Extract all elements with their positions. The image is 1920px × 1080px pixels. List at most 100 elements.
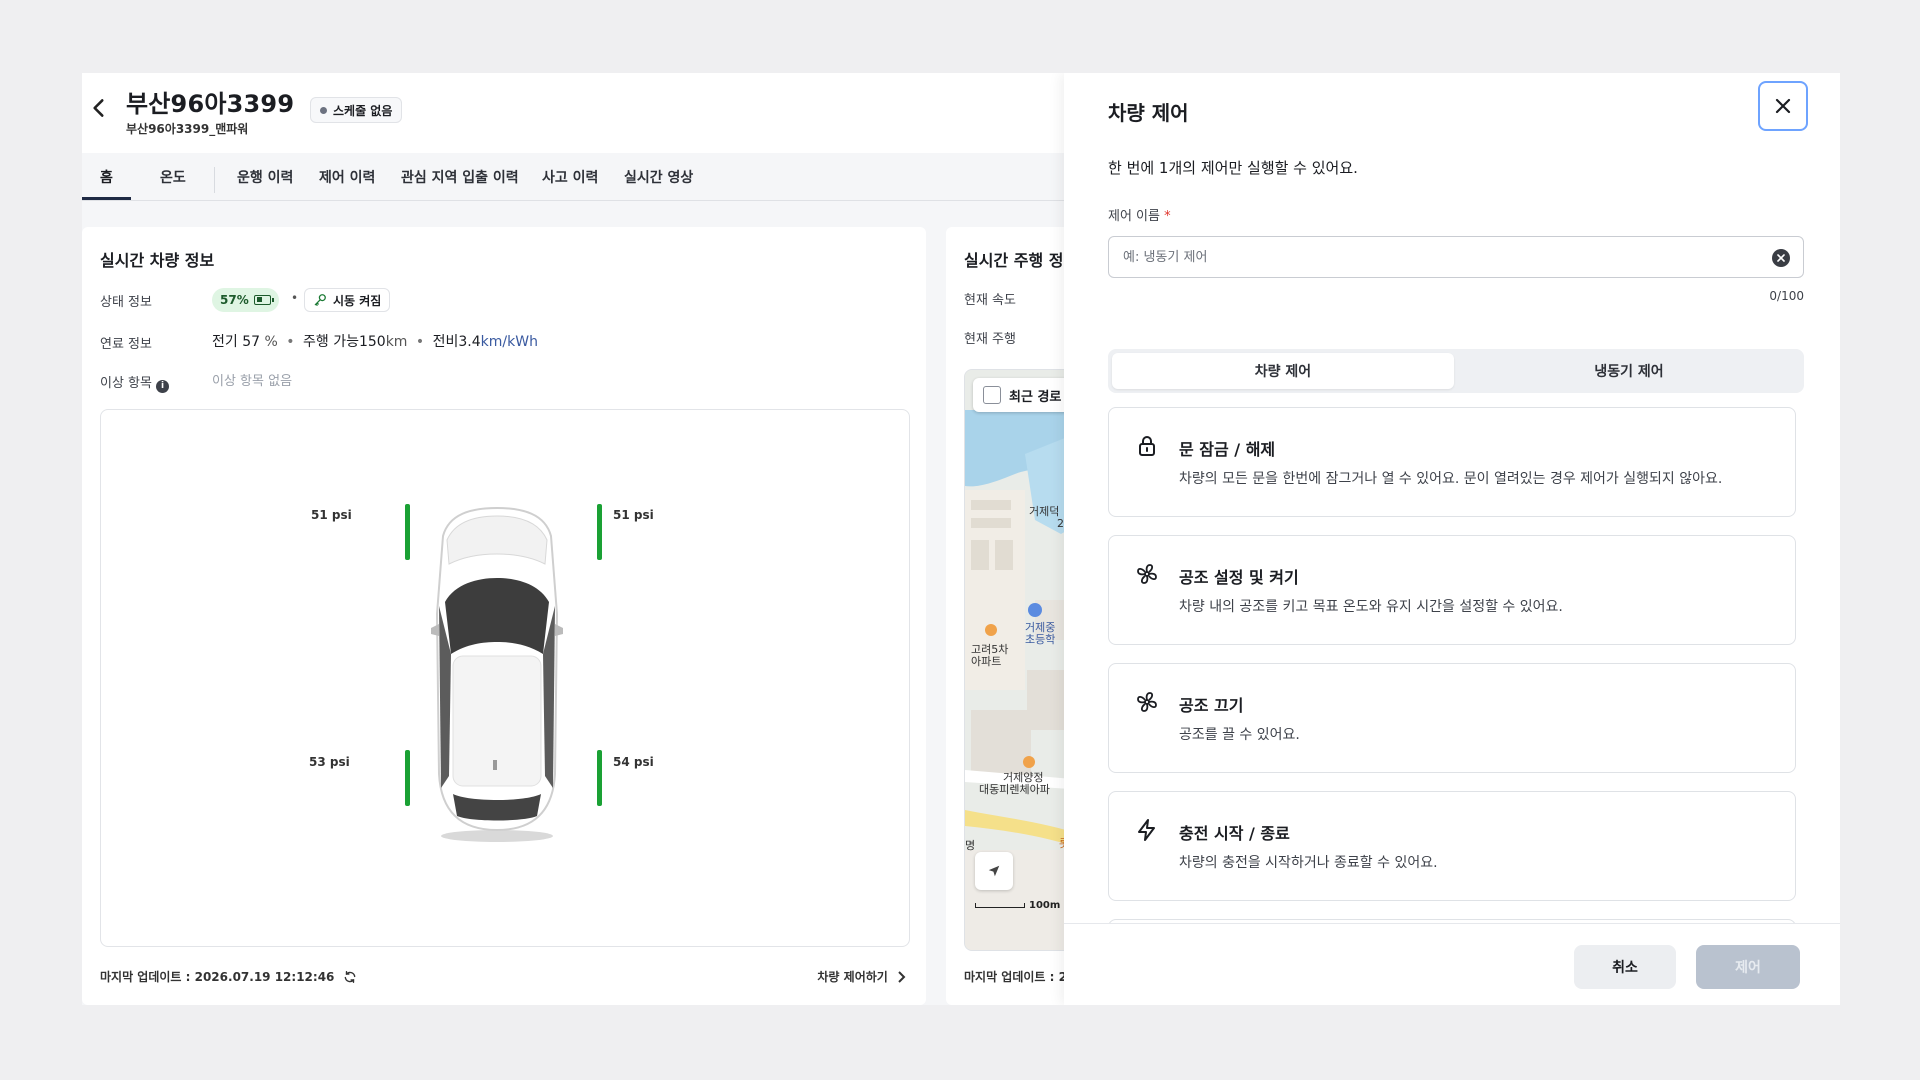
- submit-control-button[interactable]: 제어: [1696, 945, 1800, 989]
- vehicle-control-link[interactable]: 차량 제어하기: [817, 968, 906, 985]
- realtime-vehicle-info-card: 실시간 차량 정보 상태 정보 57% • 시동 켜짐 연료 정보 전기 57 …: [82, 227, 926, 1005]
- fan-icon: [1137, 692, 1157, 712]
- tab-temperature[interactable]: 온도: [160, 167, 186, 187]
- map-label-edge: 명: [965, 839, 976, 852]
- map-label-goryeo-apt: 고려5차 아파트: [971, 643, 1009, 668]
- character-counter: 0/100: [1769, 289, 1804, 303]
- fuel-efficiency-prefix: 전비: [432, 334, 459, 350]
- tire-pressure-panel: 51 psi 51 psi 53 psi 54 psi: [100, 409, 910, 947]
- clear-input-button[interactable]: [1772, 249, 1790, 267]
- recent-route-checkbox[interactable]: [983, 386, 1001, 404]
- tire-rear-right-bar: [597, 750, 602, 806]
- battery-percent: 57%: [220, 293, 249, 307]
- scale-bar: [975, 902, 1025, 908]
- control-name-input[interactable]: [1108, 236, 1804, 278]
- tab-geofence-history[interactable]: 관심 지역 입출 이력: [401, 167, 519, 187]
- segment-refrigerator-control[interactable]: 냉동기 제어: [1458, 353, 1800, 389]
- fuel-info: 전기 57 % • 주행 가능150km • 전비3.4km/kWh: [212, 331, 538, 351]
- option-description: 차량 내의 공조를 키고 목표 온도와 유지 시간을 설정할 수 있어요.: [1179, 599, 1563, 615]
- vehicle-plate-title: 부산96아3399: [126, 90, 295, 118]
- fan-icon: [1137, 564, 1157, 584]
- option-description: 공조를 끌 수 있어요.: [1179, 727, 1300, 743]
- control-options-list: 문 잠금 / 해제 차량의 모든 문을 한번에 잠그거나 열 수 있어요. 문이…: [1108, 407, 1796, 923]
- tire-rear-right-psi: 54 psi: [613, 755, 654, 769]
- battery-level-badge: 57%: [212, 288, 279, 312]
- option-charging[interactable]: 충전 시작 / 종료 차량의 충전을 시작하거나 종료할 수 있어요.: [1108, 791, 1796, 901]
- engine-status-text: 시동 켜짐: [333, 293, 382, 308]
- option-climate-off[interactable]: 공조 끄기 공조를 끌 수 있어요.: [1108, 663, 1796, 773]
- option-title: 충전 시작 / 종료: [1179, 824, 1290, 843]
- close-drawer-button[interactable]: [1758, 81, 1808, 131]
- tire-rear-left-bar: [405, 750, 410, 806]
- control-type-segment: 차량 제어 냉동기 제어: [1108, 349, 1804, 393]
- option-title: 공조 끄기: [1179, 696, 1244, 715]
- map-label-yangjeong-apt: 거제양정 대동피렌체아파: [979, 771, 1050, 796]
- option-climate-on[interactable]: 공조 설정 및 켜기 차량 내의 공조를 키고 목표 온도와 유지 시간을 설정…: [1108, 535, 1796, 645]
- drawer-title: 차량 제어: [1108, 101, 1189, 125]
- segment-vehicle-control[interactable]: 차량 제어: [1112, 353, 1454, 389]
- tire-front-right-psi: 51 psi: [613, 508, 654, 522]
- tab-divider: [214, 167, 215, 193]
- my-location-button[interactable]: [975, 852, 1013, 890]
- battery-icon: [253, 295, 274, 305]
- anomaly-label-row: 이상 항목 i: [100, 372, 169, 393]
- control-name-label: 제어 이름 *: [1108, 205, 1171, 224]
- fuel-electric-unit: %: [264, 334, 278, 350]
- option-door-lock[interactable]: 문 잠금 / 해제 차량의 모든 문을 한번에 잠그거나 열 수 있어요. 문이…: [1108, 407, 1796, 517]
- status-dot-icon: [320, 106, 327, 114]
- lightning-icon: [1138, 819, 1155, 841]
- scale-text: 100m: [1029, 900, 1061, 911]
- fuel-electric-prefix: 전기: [212, 334, 238, 350]
- tire-front-right-bar: [597, 504, 602, 560]
- car-top-view-icon: [431, 506, 563, 842]
- fuel-range-unit: km: [385, 334, 408, 350]
- clear-x-icon: [1777, 254, 1785, 262]
- required-mark: *: [1164, 209, 1171, 224]
- tab-control-history[interactable]: 제어 이력: [319, 167, 375, 187]
- map-scale: 100m: [975, 900, 1060, 911]
- separator-dot: •: [291, 291, 299, 305]
- fuel-separator-2: •: [415, 334, 425, 350]
- vehicle-control-link-text[interactable]: 차량 제어하기: [817, 970, 887, 984]
- refresh-icon[interactable]: [343, 970, 357, 984]
- vehicle-header: 부산96아3399 부산96아3399_맨파워 스케줄 없음: [82, 73, 1064, 153]
- chevron-right-icon: [898, 971, 906, 983]
- active-tab-indicator: [82, 197, 131, 200]
- lock-icon: [1139, 436, 1155, 456]
- fuel-label: 연료 정보: [100, 337, 152, 352]
- map-label-school: 거제중 초등학: [1025, 621, 1056, 646]
- tire-front-left-bar: [405, 504, 410, 560]
- tire-rear-left-psi: 53 psi: [309, 755, 350, 769]
- cancel-button[interactable]: 취소: [1574, 945, 1676, 989]
- close-icon: [1775, 98, 1791, 114]
- fuel-range-value: 150: [358, 334, 386, 350]
- vehicle-last-update: 마지막 업데이트 : 2026.07.19 12:12:46: [100, 968, 357, 985]
- navigation-arrow-icon: [988, 865, 1000, 877]
- anomaly-value: 이상 항목 없음: [212, 374, 293, 389]
- fuel-range-prefix: 주행 가능: [302, 334, 359, 350]
- drawer-description: 한 번에 1개의 제어만 실행할 수 있어요.: [1108, 159, 1358, 177]
- schedule-status-text: 스케줄 없음: [333, 103, 393, 118]
- current-driving-label: 현재 주행: [964, 332, 1016, 347]
- fuel-efficiency-value: 3.4: [458, 334, 481, 350]
- control-name-label-text: 제어 이름: [1108, 209, 1160, 224]
- schedule-status-badge: 스케줄 없음: [310, 97, 403, 123]
- last-update-text: 마지막 업데이트 : 2026.07.19 12:12:46: [100, 970, 335, 984]
- tab-home[interactable]: 홈: [100, 167, 113, 187]
- option-title: 공조 설정 및 켜기: [1179, 568, 1299, 587]
- back-arrow-icon[interactable]: [86, 95, 112, 121]
- tire-front-left-psi: 51 psi: [311, 508, 352, 522]
- option-title: 문 잠금 / 해제: [1179, 440, 1276, 459]
- info-icon[interactable]: i: [155, 380, 169, 393]
- vehicle-info-title: 실시간 차량 정보: [100, 251, 215, 270]
- recent-route-label: 최근 경로: [1009, 389, 1062, 405]
- driving-info-title: 실시간 주행 정!: [964, 251, 1071, 270]
- tab-accident-history[interactable]: 사고 이력: [542, 167, 598, 187]
- app-window: 부산96아3399 부산96아3399_맨파워 스케줄 없음 홈 온도 운행 이…: [82, 73, 1840, 1005]
- realtime-driving-info-card: 실시간 주행 정! 현재 속도 현재 주행 최근 경로 거제덕 2 거제중 초등…: [946, 227, 1084, 1005]
- tab-driving-history[interactable]: 운행 이력: [237, 167, 293, 187]
- vehicle-tabs: 홈 온도 운행 이력 제어 이력 관심 지역 입출 이력 사고 이력 실시간 영…: [82, 153, 1064, 201]
- tab-live-video[interactable]: 실시간 영상: [624, 167, 693, 187]
- current-speed-label: 현재 속도: [964, 293, 1016, 308]
- option-description: 차량의 충전을 시작하거나 종료할 수 있어요.: [1179, 855, 1438, 871]
